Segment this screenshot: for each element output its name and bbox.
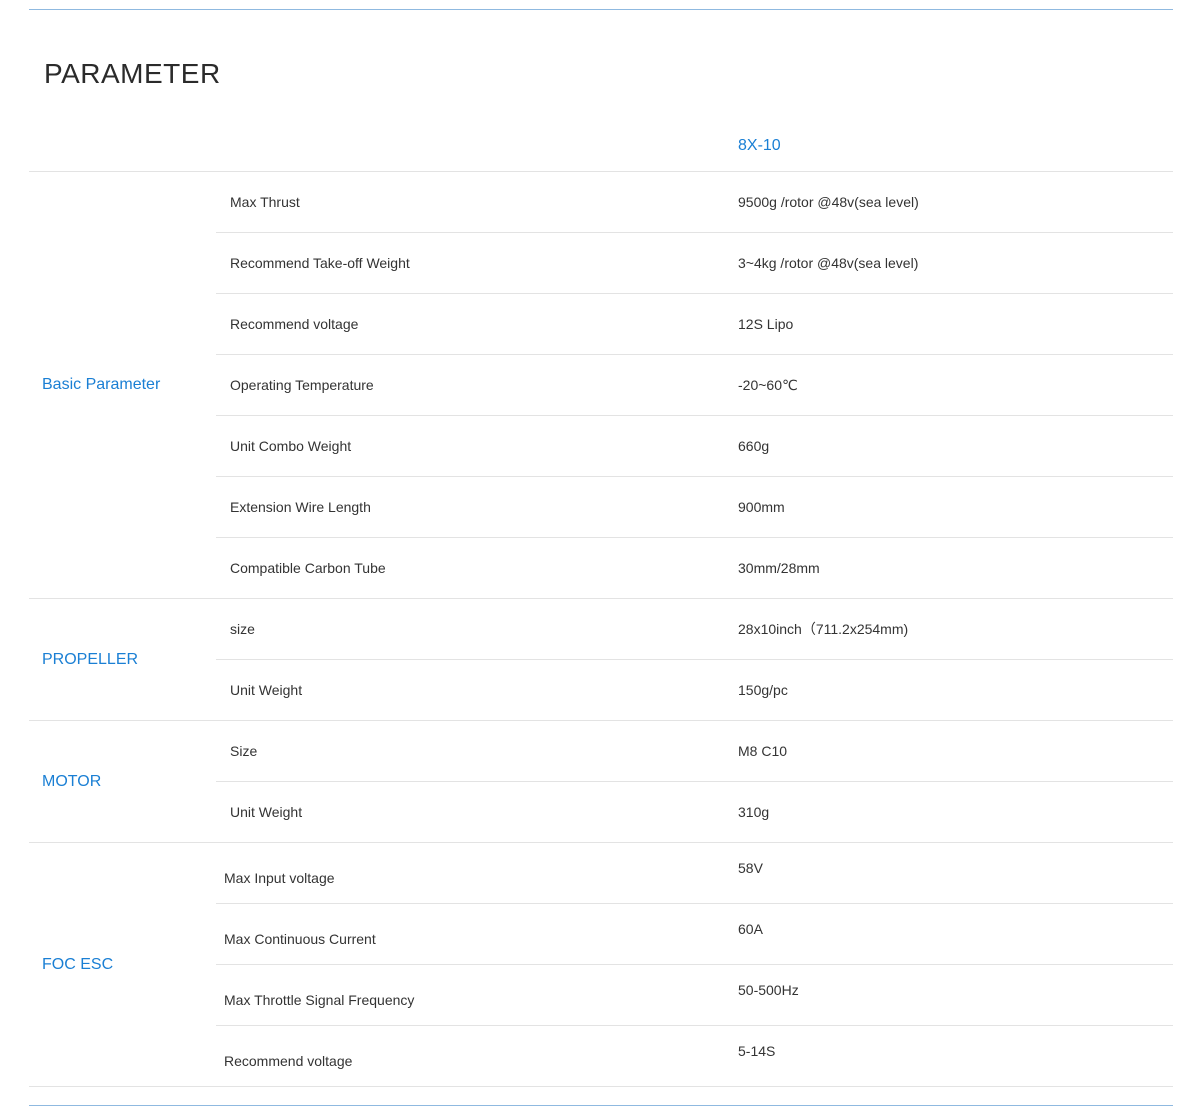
param-name: Unit Weight bbox=[230, 682, 303, 698]
param-value: 60A bbox=[738, 921, 763, 937]
param-value: M8 C10 bbox=[738, 743, 788, 759]
param-value: 3~4kg /rotor @48v(sea level) bbox=[738, 255, 919, 271]
table-row: Recommend Take-off Weight 3~4kg /rotor @… bbox=[216, 233, 1173, 294]
param-name: Size bbox=[230, 743, 258, 759]
param-name: Unit Weight bbox=[230, 804, 303, 820]
group-foc-esc: FOC ESC Max Input voltage 58V Max Contin… bbox=[29, 843, 1173, 1087]
param-name: Max Thrust bbox=[230, 194, 300, 210]
model-name-header: 8X-10 bbox=[738, 137, 781, 154]
param-name: Extension Wire Length bbox=[230, 499, 371, 515]
param-value: 58V bbox=[738, 860, 763, 876]
group-rows: size 28x10inch（711.2x254mm) Unit Weight … bbox=[216, 599, 1173, 720]
param-value: 5-14S bbox=[738, 1043, 776, 1059]
param-value: 30mm/28mm bbox=[738, 560, 820, 576]
group-basic-parameter: Basic Parameter Max Thrust 9500g /rotor … bbox=[29, 172, 1173, 599]
top-divider bbox=[29, 9, 1173, 10]
param-name: Operating Temperature bbox=[230, 377, 374, 393]
group-label: Basic Parameter bbox=[42, 376, 161, 393]
group-motor: MOTOR Size M8 C10 Unit Weight 310g bbox=[29, 721, 1173, 843]
param-value: 660g bbox=[738, 438, 770, 454]
table-row: Size M8 C10 bbox=[216, 721, 1173, 782]
group-rows: Max Thrust 9500g /rotor @48v(sea level) … bbox=[216, 172, 1173, 598]
table-row: Max Continuous Current 60A bbox=[216, 904, 1173, 965]
param-value: 150g/pc bbox=[738, 682, 788, 698]
group-rows: Max Input voltage 58V Max Continuous Cur… bbox=[216, 843, 1173, 1086]
page-title: PARAMETER bbox=[44, 58, 221, 89]
table-row: Recommend voltage 5-14S bbox=[216, 1026, 1173, 1086]
group-label: MOTOR bbox=[42, 772, 102, 790]
table-row: Extension Wire Length 900mm bbox=[216, 477, 1173, 538]
table-row: Recommend voltage 12S Lipo bbox=[216, 294, 1173, 355]
param-name: Max Throttle Signal Frequency bbox=[224, 992, 415, 1008]
table-row: Max Throttle Signal Frequency 50-500Hz bbox=[216, 965, 1173, 1026]
table-row: Unit Combo Weight 660g bbox=[216, 416, 1173, 477]
param-name: Max Input voltage bbox=[224, 870, 335, 886]
table-row: Unit Weight 310g bbox=[216, 782, 1173, 842]
param-value: 12S Lipo bbox=[738, 316, 794, 332]
group-rows: Size M8 C10 Unit Weight 310g bbox=[216, 721, 1173, 842]
group-propeller: PROPELLER size 28x10inch（711.2x254mm) Un… bbox=[29, 599, 1173, 721]
table-row: Compatible Carbon Tube 30mm/28mm bbox=[216, 538, 1173, 598]
param-name: Unit Combo Weight bbox=[230, 438, 352, 454]
spec-table: 8X-10 Basic Parameter Max Thrust 9500g /… bbox=[29, 116, 1173, 1087]
param-value: 50-500Hz bbox=[738, 982, 799, 998]
table-row: Unit Weight 150g/pc bbox=[216, 660, 1173, 720]
group-label: PROPELLER bbox=[42, 650, 139, 668]
param-value: 310g bbox=[738, 804, 770, 820]
param-value: 28x10inch（711.2x254mm) bbox=[738, 621, 909, 637]
param-name: size bbox=[230, 621, 255, 637]
table-row: Max Input voltage 58V bbox=[216, 843, 1173, 904]
param-name: Compatible Carbon Tube bbox=[230, 560, 386, 576]
param-value: 9500g /rotor @48v(sea level) bbox=[738, 194, 919, 210]
param-name: Max Continuous Current bbox=[224, 931, 376, 947]
param-name: Recommend voltage bbox=[230, 316, 359, 332]
param-name: Recommend voltage bbox=[224, 1053, 353, 1069]
group-label: FOC ESC bbox=[42, 955, 114, 973]
param-name: Recommend Take-off Weight bbox=[230, 255, 410, 271]
table-row: Operating Temperature -20~60℃ bbox=[216, 355, 1173, 416]
table-row: size 28x10inch（711.2x254mm) bbox=[216, 599, 1173, 660]
param-value: 900mm bbox=[738, 499, 785, 515]
bottom-divider bbox=[29, 1105, 1173, 1106]
table-header-row: 8X-10 bbox=[29, 116, 1173, 172]
table-row: Max Thrust 9500g /rotor @48v(sea level) bbox=[216, 172, 1173, 233]
param-value: -20~60℃ bbox=[738, 377, 798, 393]
